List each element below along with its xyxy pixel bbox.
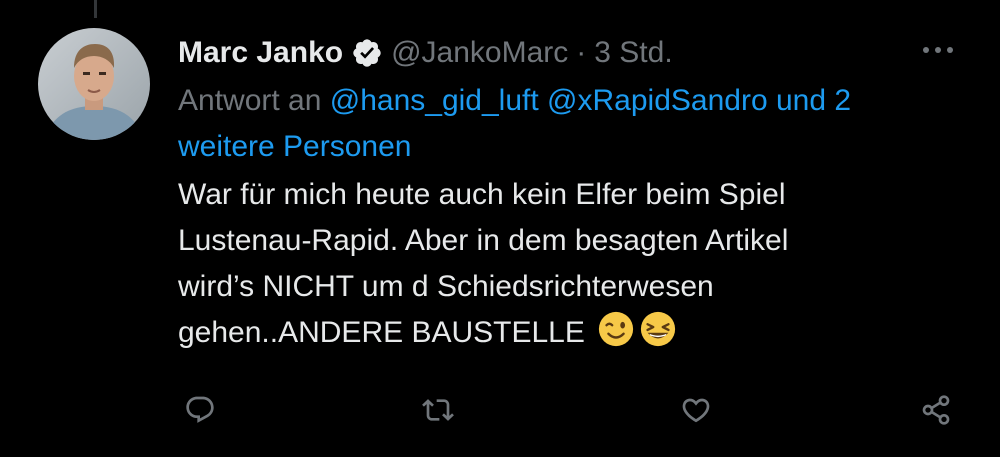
- mention-link[interactable]: @xRapidSandro: [547, 84, 768, 117]
- author-name[interactable]: Marc Janko: [178, 36, 343, 70]
- like-icon: [682, 398, 710, 423]
- like-button[interactable]: [676, 388, 716, 432]
- tweet[interactable]: Marc Janko @JankoMarc · 3 Std. Antwort a…: [0, 0, 1000, 457]
- more-recipients-label: weitere Personen: [178, 130, 412, 163]
- retweet-icon: [422, 399, 454, 421]
- share-icon: [922, 395, 950, 425]
- grinning-squinting-face-emoji: [639, 310, 677, 348]
- tweet-header: Marc Janko @JankoMarc · 3 Std.: [178, 30, 938, 76]
- winking-face-emoji: [597, 310, 635, 348]
- mention-link[interactable]: @hans_gid_luft: [330, 84, 539, 117]
- more-recipients-count: und 2: [775, 84, 852, 117]
- tweet-text-line: War für mich heute auch kein Elfer beim …: [178, 178, 786, 211]
- reply-icon: [186, 396, 214, 423]
- separator-dot: ·: [576, 36, 587, 69]
- reply-button[interactable]: [180, 388, 220, 432]
- more-icon[interactable]: [918, 40, 958, 60]
- tweet-text-line: wird’s NICHT um d Schiedsrichterwesen: [178, 270, 714, 303]
- reply-context: Antwort an @hans_gid_luft @xRapidSandro …: [178, 78, 938, 170]
- tweet-content: Marc Janko @JankoMarc · 3 Std. Antwort a…: [178, 30, 938, 356]
- author-handle[interactable]: @JankoMarc: [391, 36, 568, 70]
- tweet-text: War für mich heute auch kein Elfer beim …: [178, 172, 898, 356]
- verified-badge-icon: [351, 37, 383, 69]
- tweet-timestamp[interactable]: 3 Std.: [594, 36, 672, 70]
- share-button[interactable]: [916, 388, 956, 432]
- avatar[interactable]: [38, 28, 150, 140]
- reply-prefix: Antwort an: [178, 84, 322, 117]
- thread-line: [94, 0, 97, 18]
- tweet-text-line: Lustenau-Rapid. Aber in dem besagten Art…: [178, 224, 789, 257]
- tweet-actions: [0, 388, 1000, 432]
- tweet-text-line: gehen..ANDERE BAUSTELLE: [178, 316, 585, 349]
- retweet-button[interactable]: [418, 388, 458, 432]
